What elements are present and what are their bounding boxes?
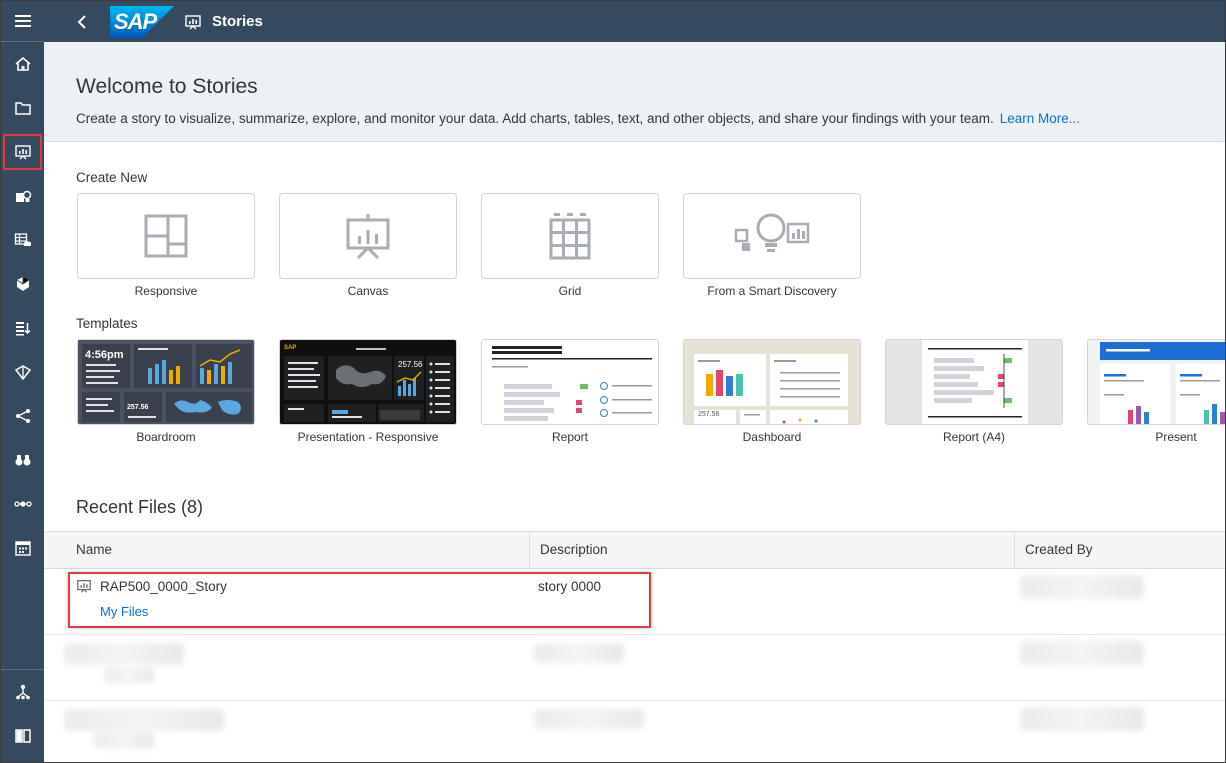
sap-logo-text: SAP: [114, 8, 157, 34]
presentation-responsive-template[interactable]: SAP 257.56: [279, 339, 457, 425]
present-label: Present: [1155, 430, 1197, 444]
grid-label: Grid: [558, 284, 582, 298]
table-row[interactable]: [44, 701, 1225, 762]
report-template[interactable]: [481, 339, 659, 425]
shell-title: Stories: [212, 13, 263, 30]
redacted-created-by: [1020, 575, 1144, 599]
redacted-file-location: [104, 667, 154, 683]
dashboard-value: 257.56: [698, 411, 720, 418]
dashboard-label: Dashboard: [742, 430, 802, 444]
network-icon[interactable]: [1, 672, 44, 712]
redacted-file-description: [534, 643, 624, 663]
canvas-icon: [346, 214, 390, 260]
menu-icon[interactable]: [1, 1, 44, 41]
report-label: Report: [551, 430, 589, 444]
data-import-icon[interactable]: [1, 308, 44, 348]
responsive-label: Responsive: [134, 284, 198, 298]
column-header-created-by[interactable]: Created By: [1014, 531, 1225, 569]
report-a4-label: Report (A4): [942, 430, 1006, 444]
back-button[interactable]: [62, 1, 102, 42]
smart-discovery-icon: [734, 213, 810, 252]
grid-tile[interactable]: [481, 193, 659, 279]
smart-discovery-label: From a Smart Discovery: [707, 284, 837, 298]
presentation-value: 257.56: [398, 360, 423, 369]
boardroom-clock: 4:56pm: [85, 349, 124, 361]
welcome-banner: Welcome to Stories Create a story to vis…: [44, 42, 1225, 142]
stories-title-icon: [184, 12, 204, 32]
presentation-brand: SAP: [284, 345, 297, 351]
side-navigation: [1, 1, 44, 762]
welcome-title: Welcome to Stories: [76, 75, 258, 98]
canvas-label: Canvas: [347, 284, 389, 298]
smart-discovery-tile[interactable]: [683, 193, 861, 279]
create-new-title: Create New: [76, 170, 148, 185]
redacted-file-location: [94, 731, 154, 749]
redacted-file-name: [64, 643, 184, 665]
redacted-file-description: [534, 709, 644, 729]
boardroom-template[interactable]: 4:56pm 257.56: [77, 339, 255, 425]
analytic-app-icon[interactable]: [1, 176, 44, 216]
app-window: SAP Stories Welcome to Stories Create a …: [0, 0, 1226, 763]
redacted-created-by: [1020, 707, 1144, 731]
home-icon[interactable]: [1, 44, 44, 84]
presentation-responsive-label: Presentation - Responsive: [297, 430, 439, 444]
connections-icon[interactable]: [1, 396, 44, 436]
report-a4-template[interactable]: [885, 339, 1063, 425]
explore-icon[interactable]: [1, 440, 44, 480]
responsive-layout-icon: [144, 214, 188, 258]
sap-logo[interactable]: SAP: [110, 5, 174, 38]
responsive-tile[interactable]: [77, 193, 255, 279]
present-template[interactable]: [1087, 339, 1225, 425]
welcome-description: Create a story to visualize, summarize, …: [76, 111, 1080, 126]
modeler-icon[interactable]: [1, 220, 44, 260]
data-analyzer-icon[interactable]: [1, 264, 44, 304]
recent-files-title: Recent Files (8): [76, 497, 204, 517]
column-header-description[interactable]: Description: [529, 531, 1014, 569]
files-icon[interactable]: [1, 88, 44, 128]
calendar-icon[interactable]: [1, 528, 44, 568]
dashboard-template[interactable]: 257.56: [683, 339, 861, 425]
canvas-tile[interactable]: [279, 193, 457, 279]
column-header-name[interactable]: Name: [44, 531, 529, 569]
grid-icon: [549, 213, 591, 260]
redacted-file-name: [64, 709, 224, 731]
help-book-icon[interactable]: [1, 716, 44, 756]
row-highlight-annotation: [68, 572, 651, 628]
predictive-icon[interactable]: [1, 352, 44, 392]
welcome-description-text: Create a story to visualize, summarize, …: [76, 111, 994, 126]
boardroom-label: Boardroom: [136, 430, 196, 444]
redacted-created-by: [1020, 641, 1144, 665]
table-row[interactable]: [44, 635, 1225, 701]
learn-more-link[interactable]: Learn More...: [1000, 111, 1080, 126]
report-a4-thumbnail: [886, 340, 1062, 424]
present-thumbnail: [1088, 340, 1225, 424]
stories-icon[interactable]: [1, 132, 44, 172]
shell-bar: SAP Stories: [44, 1, 1225, 42]
main-content: Create New Responsive Canvas Grid From a…: [44, 142, 1225, 762]
chevron-left-icon: [77, 14, 86, 29]
workflow-icon[interactable]: [1, 484, 44, 524]
report-thumbnail: [482, 340, 658, 424]
boardroom-value: 257.56: [127, 404, 149, 411]
templates-title: Templates: [76, 316, 138, 331]
presentation-thumbnail: [280, 340, 456, 424]
